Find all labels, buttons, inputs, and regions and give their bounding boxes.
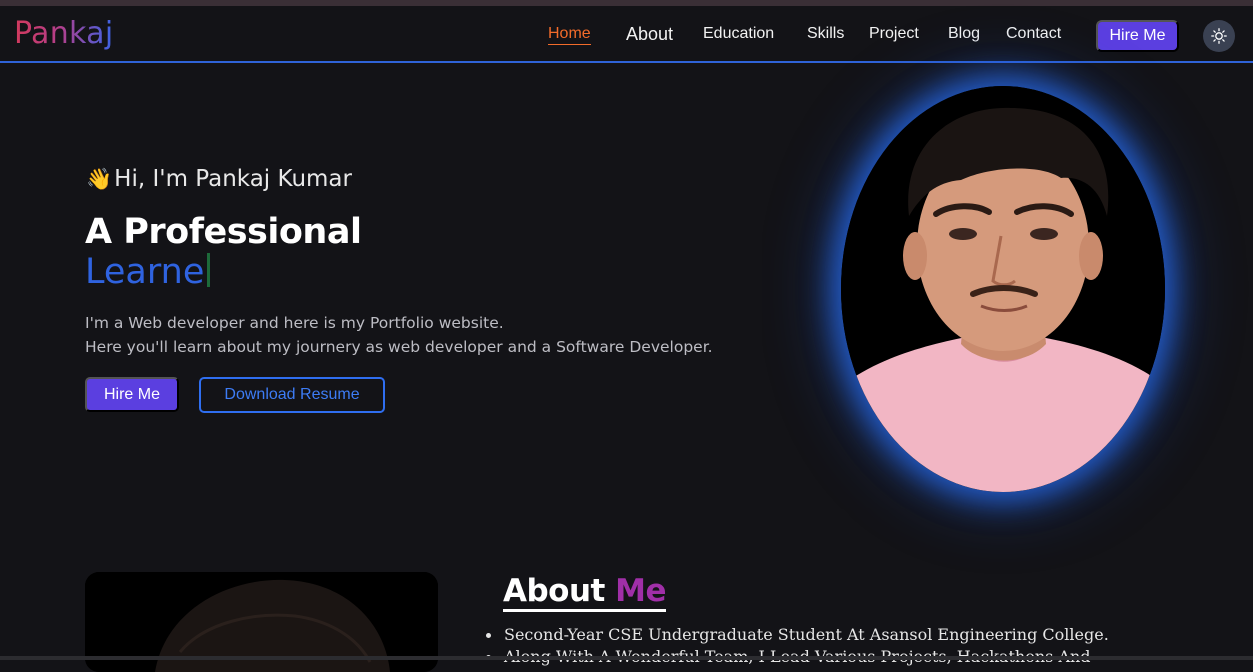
nav-hire-button[interactable]: Hire Me (1096, 20, 1179, 52)
theme-toggle-button[interactable] (1203, 20, 1235, 52)
hero-title: A Professional (85, 212, 362, 252)
hero-description-line2: Here you'll learn about my journery as w… (85, 338, 713, 356)
navbar: Pankaj Home About Education Skills Proje… (0, 6, 1253, 63)
typed-word: Learne (85, 252, 205, 292)
site-logo[interactable]: Pankaj (14, 16, 114, 51)
nav-project[interactable]: Project (869, 25, 919, 43)
about-list: Second-Year CSE Undergraduate Student At… (486, 624, 1109, 668)
nav-about[interactable]: About (626, 24, 673, 45)
waving-hand-icon: 👋 (86, 167, 113, 191)
download-resume-button[interactable]: Download Resume (199, 377, 385, 413)
hero-typed-text: Learne (85, 252, 211, 292)
hero-description: I'm a Web developer and here is my Portf… (85, 311, 713, 359)
about-heading-main: About (503, 573, 605, 609)
profile-photo (841, 86, 1165, 492)
about-heading: About Me (503, 573, 667, 612)
list-item: Second-Year CSE Undergraduate Student At… (486, 624, 1109, 646)
hero-greeting: 👋Hi, I'm Pankaj Kumar (86, 166, 352, 192)
nav-skills[interactable]: Skills (807, 25, 844, 43)
window-bottom-bar (0, 656, 1253, 660)
hero-hire-button[interactable]: Hire Me (85, 377, 179, 412)
hero-description-line1: I'm a Web developer and here is my Portf… (85, 314, 504, 332)
sun-icon (1211, 28, 1227, 44)
greeting-text: Hi, I'm Pankaj Kumar (114, 166, 352, 192)
nav-blog[interactable]: Blog (948, 25, 980, 43)
nav-home[interactable]: Home (548, 25, 591, 45)
nav-contact[interactable]: Contact (1006, 25, 1061, 43)
about-heading-accent: Me (615, 573, 667, 609)
profile-photo-illustration (841, 86, 1165, 492)
nav-education[interactable]: Education (703, 25, 774, 43)
typing-caret (207, 253, 211, 287)
